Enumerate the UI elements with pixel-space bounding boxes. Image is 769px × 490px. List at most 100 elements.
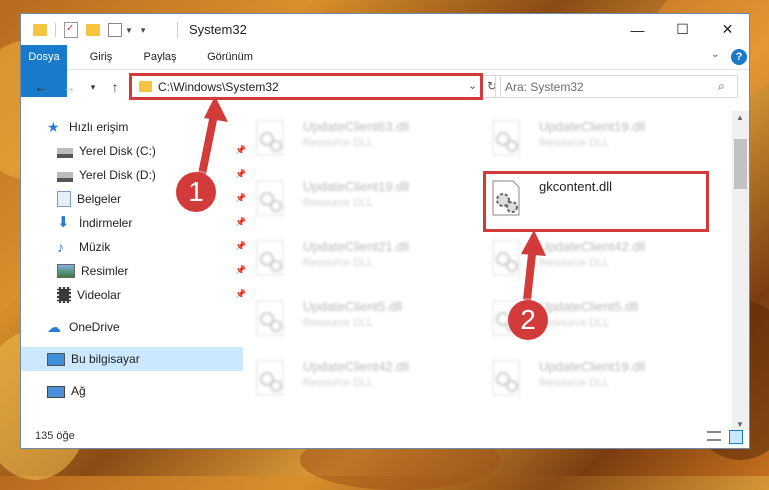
dll-file-icon — [253, 179, 289, 219]
file-name: UpdateClient42.dll — [303, 359, 410, 374]
sidebar-item-quick-access[interactable]: ★ Hızlı erişim — [21, 115, 243, 139]
file-name: UpdateClient19.dll — [539, 359, 646, 374]
videos-icon — [57, 287, 71, 303]
chevron-down-icon[interactable]: ▼ — [125, 26, 133, 35]
quick-access-toolbar: ✓ ▼ ▾ — [33, 21, 145, 39]
sidebar-item-label: Yerel Disk (D:) — [79, 168, 156, 182]
dll-file-icon — [253, 299, 289, 339]
title-bar: ✓ ▼ ▾ System32 — ☐ ✕ — [21, 14, 749, 45]
file-item[interactable]: UpdateClient42.dll Resource DLL — [481, 233, 711, 285]
cloud-icon: ☁ — [47, 319, 61, 335]
file-type: Resource DLL — [539, 137, 610, 149]
network-icon — [47, 386, 65, 398]
close-button[interactable]: ✕ — [705, 14, 749, 45]
file-type: Resource DLL — [539, 377, 610, 389]
star-icon: ★ — [47, 119, 60, 135]
file-type: Resource DLL — [539, 257, 610, 269]
file-item[interactable]: UpdateClient19.dll Resource DLL — [481, 353, 711, 405]
file-type: Resource DLL — [303, 257, 374, 269]
dll-file-icon — [489, 359, 525, 399]
new-folder-icon[interactable] — [86, 24, 100, 36]
scroll-up-icon[interactable]: ▲ — [736, 113, 744, 122]
file-item[interactable]: UpdateClient42.dll Resource DLL — [245, 353, 475, 405]
arrow-left-icon: ← — [34, 79, 48, 95]
large-icons-view-icon[interactable] — [729, 430, 743, 444]
arrow-up-icon: ↑ — [111, 79, 119, 95]
scrollbar-thumb[interactable] — [734, 139, 747, 189]
folder-icon[interactable] — [33, 24, 47, 36]
sidebar-item-label: İndirmeler — [79, 216, 133, 230]
dll-file-icon — [489, 239, 525, 279]
dll-file-icon — [253, 119, 289, 159]
help-icon[interactable]: ? — [731, 49, 747, 65]
file-type: Resource DLL — [539, 317, 610, 329]
sidebar-item-network[interactable]: Ağ — [21, 379, 243, 403]
file-item[interactable]: UpdateClient21.dll Resource DLL — [245, 233, 475, 285]
chevron-down-icon: ▾ — [90, 81, 96, 92]
sidebar-item-label: Videolar — [77, 288, 121, 302]
recent-locations-button[interactable]: ▾ — [83, 77, 103, 97]
dll-file-icon — [253, 239, 289, 279]
file-name: UpdateClient5.dll — [539, 299, 639, 314]
search-box[interactable]: Ara: System32 ⌕ — [495, 75, 738, 98]
window-title: System32 — [189, 22, 247, 37]
details-view-icon[interactable] — [707, 431, 721, 441]
sidebar-item-documents[interactable]: Belgeler 📌 — [21, 187, 253, 211]
documents-icon — [57, 191, 71, 207]
maximize-button[interactable]: ☐ — [660, 14, 705, 45]
vertical-scrollbar[interactable]: ▲ ▼ — [732, 111, 749, 431]
properties-icon[interactable]: ✓ — [64, 22, 78, 38]
file-type: Resource DLL — [303, 137, 374, 149]
file-name: UpdateClient21.dll — [303, 239, 410, 254]
sidebar-item-disk-c[interactable]: Yerel Disk (C:) 📌 — [21, 139, 253, 163]
sidebar-item-label: Belgeler — [77, 192, 122, 206]
file-name: UpdateClient42.dll — [539, 239, 646, 254]
dll-file-icon — [489, 119, 525, 159]
tab-home[interactable]: Giriş — [81, 45, 121, 69]
music-icon: ♪ — [57, 239, 64, 255]
file-type: Resource DLL — [303, 197, 374, 209]
file-item[interactable]: UpdateClient19.dll Resource DLL — [481, 113, 711, 165]
sidebar-item-videos[interactable]: Videolar 📌 — [21, 283, 253, 307]
file-item[interactable]: UpdateClient63.dll Resource DLL — [245, 113, 475, 165]
sidebar-item-disk-d[interactable]: Yerel Disk (D:) 📌 — [21, 163, 253, 187]
sidebar-item-music[interactable]: ♪ Müzik 📌 — [21, 235, 253, 259]
ribbon-tabs: Dosya Giriş Paylaş Görünüm ⌄ ? — [21, 45, 749, 97]
file-type: Resource DLL — [303, 377, 374, 389]
sidebar-item-downloads[interactable]: ⬇ İndirmeler 📌 — [21, 211, 253, 235]
tab-view[interactable]: Görünüm — [197, 45, 263, 69]
file-name: UpdateClient19.dll — [539, 119, 646, 134]
drive-icon — [57, 171, 73, 182]
arrow-right-icon: → — [62, 79, 76, 95]
up-button[interactable]: ↑ — [105, 77, 125, 97]
minimize-button[interactable]: — — [615, 14, 660, 45]
sidebar-item-this-pc[interactable]: Bu bilgisayar — [21, 347, 243, 371]
address-highlight-box — [129, 73, 483, 100]
pictures-icon — [57, 264, 75, 278]
view-icon[interactable] — [108, 23, 122, 37]
status-bar: 135 öğe — [21, 426, 749, 448]
item-count: 135 öğe — [35, 430, 75, 442]
file-name: UpdateClient19.dll — [303, 179, 410, 194]
sidebar-item-label: Müzik — [79, 240, 111, 254]
sidebar-item-onedrive[interactable]: ☁ OneDrive — [21, 315, 243, 339]
file-name: UpdateClient63.dll — [303, 119, 410, 134]
search-input[interactable]: Ara: System32 — [505, 80, 584, 94]
sidebar-item-label: Ağ — [71, 384, 86, 398]
sidebar-item-label: OneDrive — [69, 320, 120, 334]
tab-share[interactable]: Paylaş — [133, 45, 187, 69]
sidebar-item-label: Bu bilgisayar — [71, 352, 140, 366]
customize-toolbar-icon[interactable]: ▾ — [141, 25, 146, 36]
forward-button[interactable]: → — [59, 77, 79, 97]
computer-icon — [47, 353, 65, 366]
step-1-badge: 1 — [176, 172, 216, 212]
search-icon[interactable]: ⌕ — [718, 79, 725, 94]
step-2-badge: 2 — [508, 300, 548, 340]
file-highlight-box — [483, 171, 709, 232]
expand-ribbon-icon[interactable]: ⌄ — [711, 49, 719, 60]
file-item[interactable]: UpdateClient5.dll Resource DLL — [245, 293, 475, 345]
back-button[interactable]: ← — [31, 77, 51, 97]
sidebar-item-pictures[interactable]: Resimler 📌 — [21, 259, 253, 283]
sidebar-item-label: Resimler — [81, 264, 129, 278]
file-item[interactable]: UpdateClient19.dll Resource DLL — [245, 173, 475, 225]
